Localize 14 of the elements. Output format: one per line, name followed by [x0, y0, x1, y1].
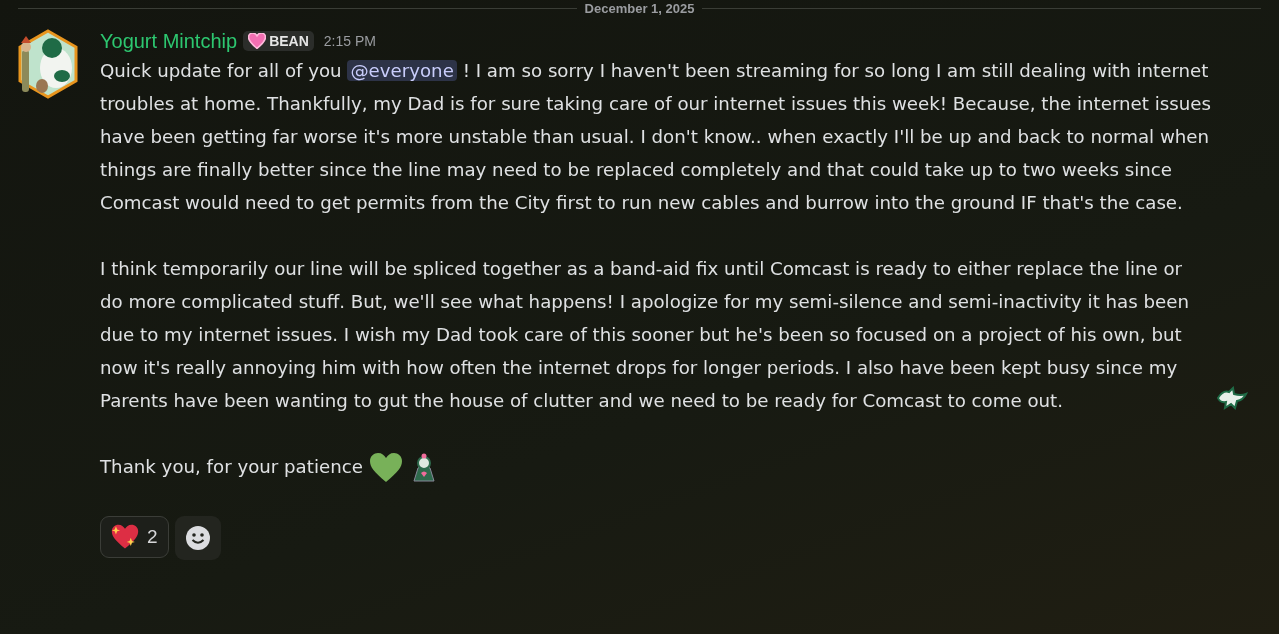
- message-text: I think temporarily our line will be spliced together as a band-aid fix until Comcast is ready to either replace the line or do more complicated stuff. But, we'll see what happens! I apologize for my semi-silence and semi-inactivity it has been due to my internet issues. I wish my Dad took care of this sooner but he's been so focused on a project of his own, but now it's really annoying him with how often the internet drops for longer periods. I also have been kept busy since my Parents have been wanting to gut the house of clutter and we need to be ready for Comcast to come out.: [100, 257, 1190, 413]
- add-reaction-button[interactable]: [174, 516, 221, 560]
- sparkling-heart-icon: [111, 524, 139, 550]
- mention-link[interactable]: @everyone: [347, 60, 457, 81]
- date-divider: December 1, 2025: [584, 0, 695, 16]
- heart-icon: [368, 453, 403, 483]
- smiley-icon: [184, 525, 211, 551]
- message-text: Quick update for all of you @everyone ! I am so sorry I haven't been streaming for so long I am still dealing with internet troubles at home. Thankfully, my Dad is for sure taking care of our internet issues this week! Because, the internet issues have been getting far worse it's more unstable than usual. I don't know.. when exactly I'll be up and back to normal when things are finally better since the line may need to be replaced completely and that could take up to two weeks since Comcast would need to get permits from the City first to run new cables and burrow into the ground IF that's the case.: [100, 60, 1211, 213]
- reaction-button[interactable]: 2: [100, 516, 169, 558]
- message-text: Thank you, for your patience: [100, 456, 363, 477]
- author-name[interactable]: Yogurt Mintchip: [100, 29, 238, 53]
- role-badge: BEAN: [243, 31, 314, 51]
- heart-icon: [248, 33, 267, 49]
- timestamp: 2:15 PM: [323, 33, 376, 49]
